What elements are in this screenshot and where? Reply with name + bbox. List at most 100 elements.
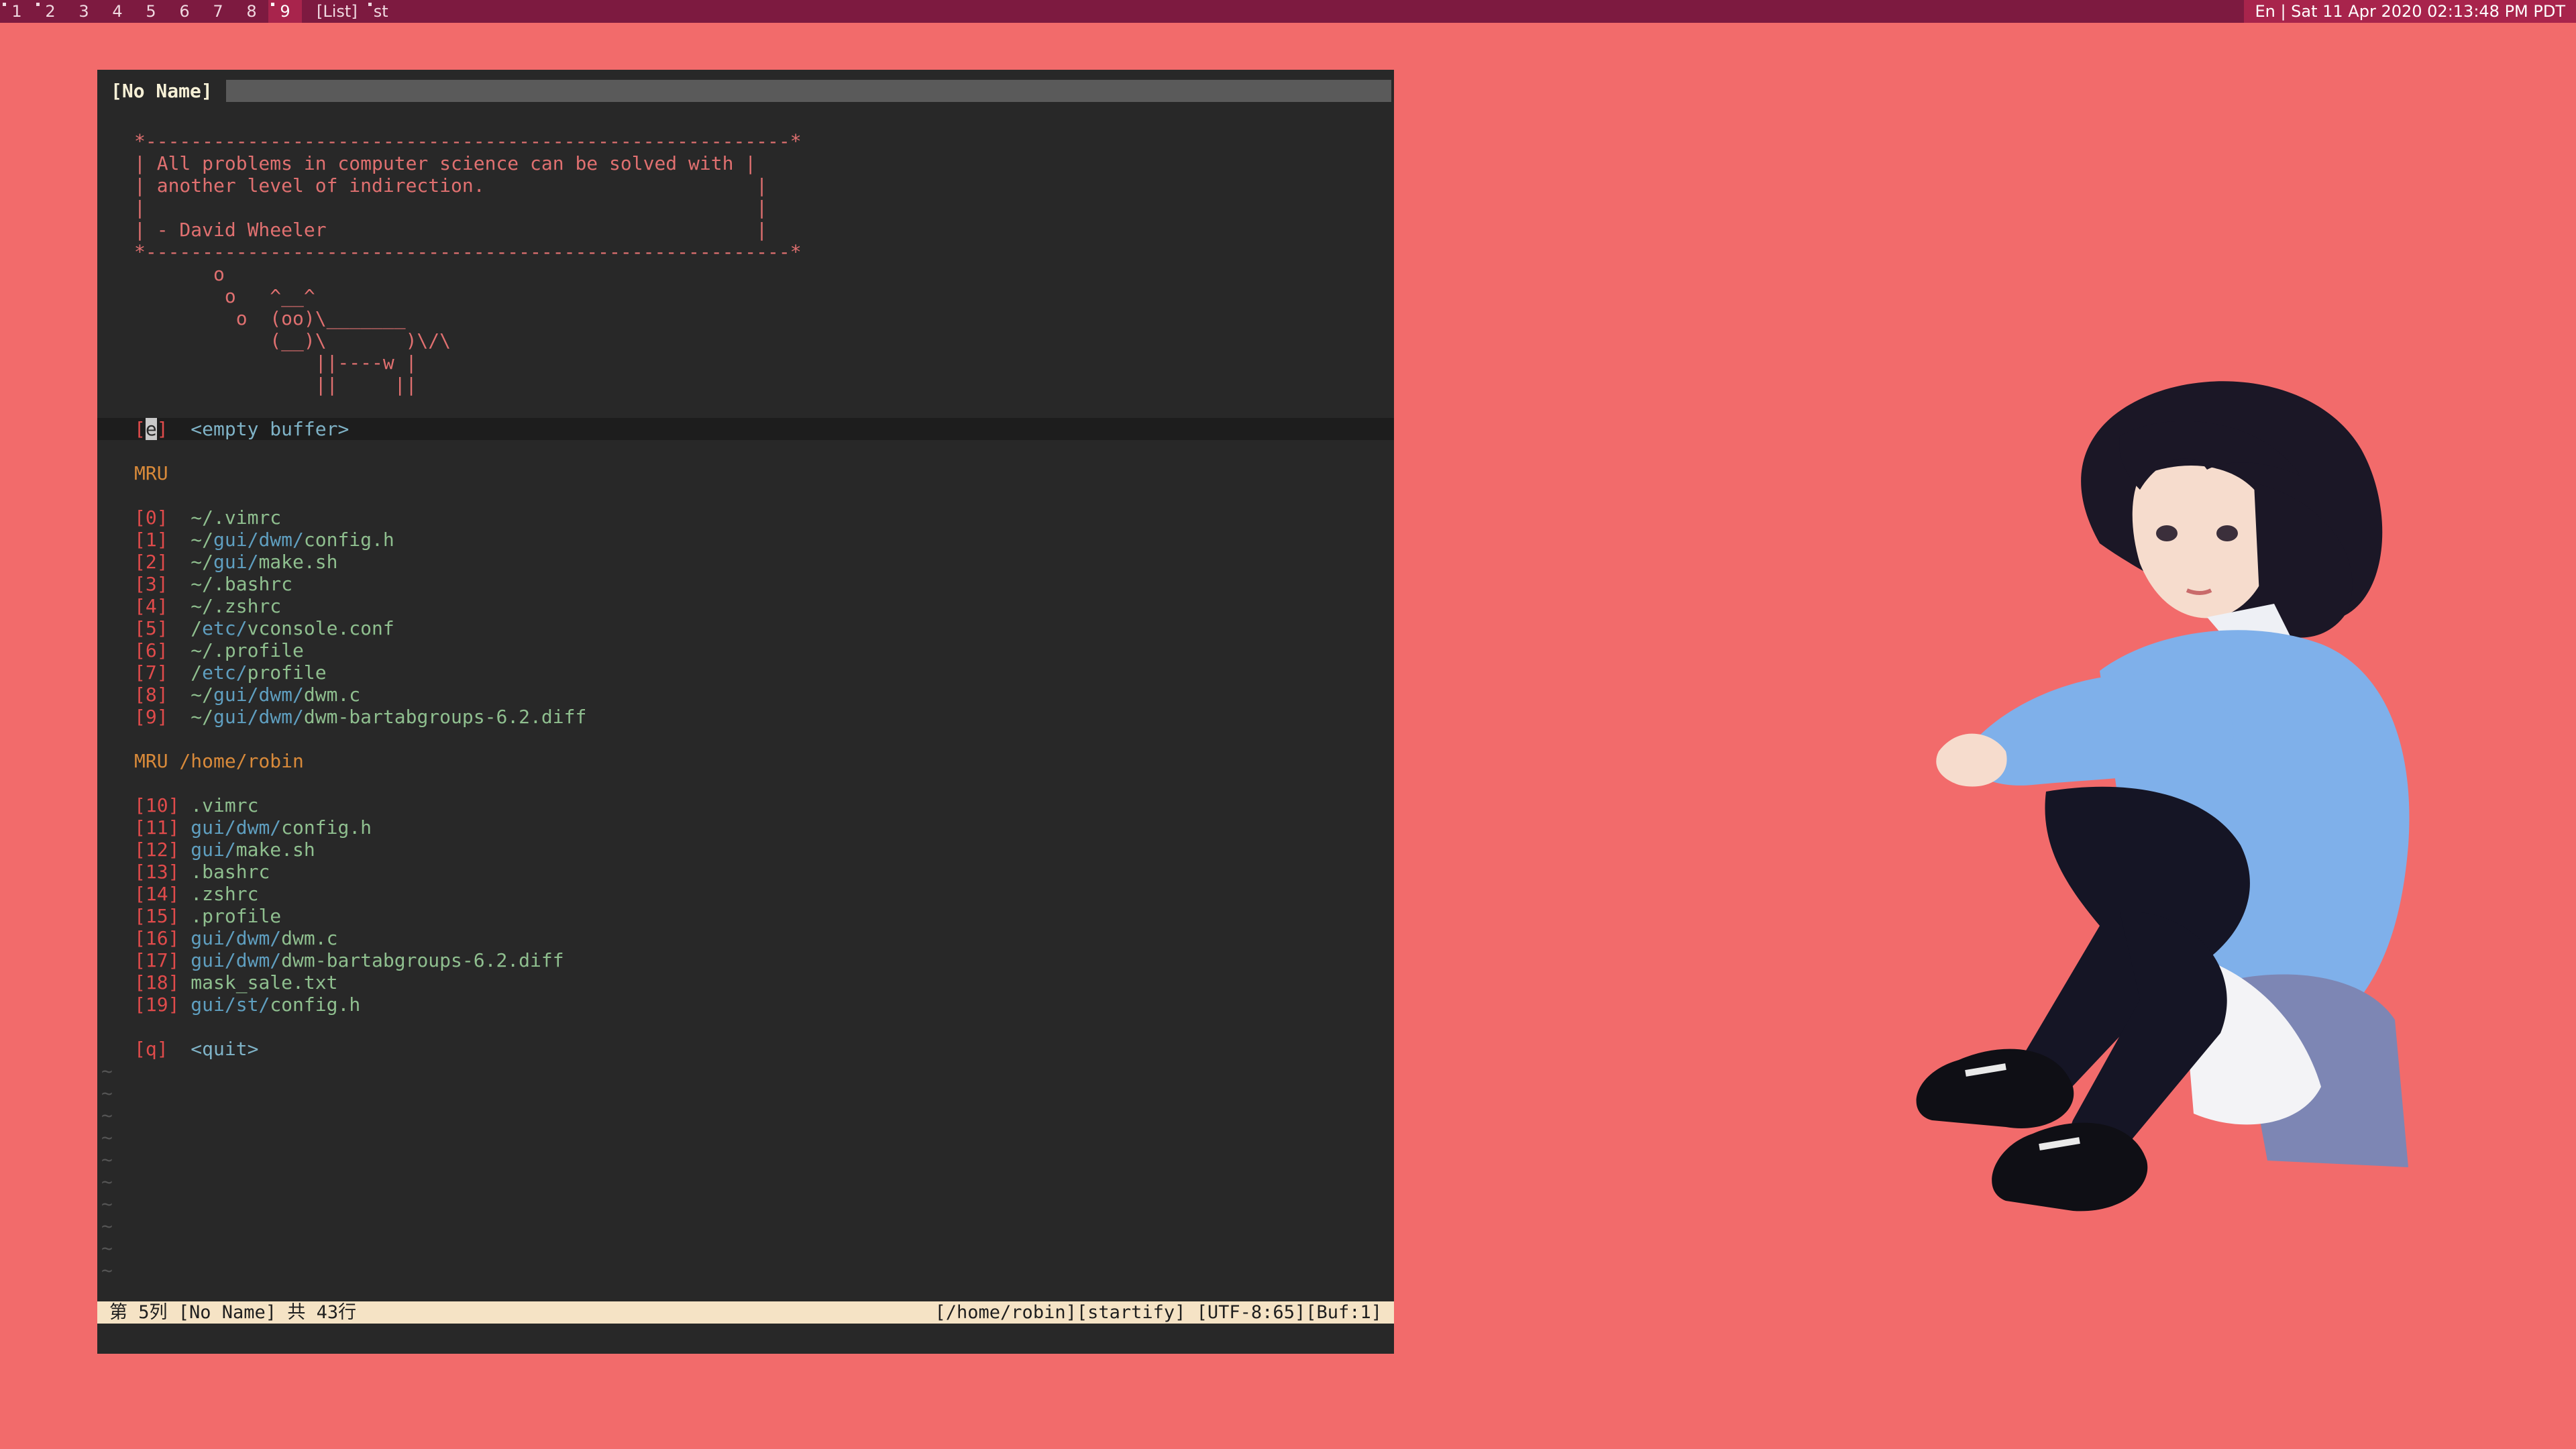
mru-entry-3[interactable]: [3] ~/.bashrc bbox=[97, 573, 1394, 595]
entry-key: 5 bbox=[145, 617, 157, 639]
tag-label: 9 bbox=[280, 2, 290, 21]
tag-1[interactable]: 1 bbox=[0, 0, 34, 23]
tab-no-name[interactable]: [No Name] bbox=[97, 80, 226, 102]
file-name: .profile bbox=[191, 905, 282, 927]
cow-line: || || bbox=[97, 374, 1394, 396]
entry-key: 16 bbox=[145, 927, 168, 949]
section-header: MRU /home/robin bbox=[97, 750, 1394, 772]
mru-entry-14[interactable]: [14] .zshrc bbox=[97, 883, 1394, 905]
tag-label: 4 bbox=[112, 2, 123, 21]
layout-indicator[interactable]: [List] bbox=[317, 2, 358, 21]
tag-label: 2 bbox=[45, 2, 56, 21]
bracket: ] bbox=[156, 506, 168, 529]
entry-key: 14 bbox=[145, 883, 168, 905]
entry-key: 17 bbox=[145, 949, 168, 971]
empty-line-marker: ~ bbox=[97, 1259, 1394, 1281]
empty-line-marker: ~ bbox=[97, 1215, 1394, 1237]
tag-9[interactable]: 9 bbox=[268, 0, 302, 23]
tag-5[interactable]: 5 bbox=[134, 0, 168, 23]
mru-entry-6[interactable]: [6] ~/.profile bbox=[97, 639, 1394, 661]
tag-8[interactable]: 8 bbox=[235, 0, 268, 23]
mru-entry-8[interactable]: [8] ~/gui/dwm/dwm.c bbox=[97, 684, 1394, 706]
mru-entry-19[interactable]: [19] gui/st/config.h bbox=[97, 994, 1394, 1016]
statusline-left: 第 5列 [No Name] 共 43行 bbox=[109, 1302, 357, 1323]
empty-line-marker: ~ bbox=[97, 1126, 1394, 1148]
file-name: dwm-bartabgroups-6.2.diff bbox=[281, 949, 564, 971]
bracket: [ bbox=[134, 595, 146, 617]
mru-entry-7[interactable]: [7] /etc/profile bbox=[97, 661, 1394, 684]
quit-label: <quit> bbox=[191, 1038, 259, 1060]
tag-7[interactable]: 7 bbox=[201, 0, 235, 23]
file-name: dwm-bartabgroups-6.2.diff bbox=[303, 706, 587, 728]
mru-entry-17[interactable]: [17] gui/dwm/dwm-bartabgroups-6.2.diff bbox=[97, 949, 1394, 971]
path-prefix: ~/ bbox=[191, 639, 214, 661]
tag-4[interactable]: 4 bbox=[101, 0, 134, 23]
bracket: ] bbox=[168, 816, 180, 839]
vim-tabline: [No Name] bbox=[97, 80, 1394, 102]
window-title[interactable]: st bbox=[367, 0, 395, 23]
tilde-char: ~ bbox=[101, 1237, 113, 1259]
mru-entry-0[interactable]: [0] ~/.vimrc bbox=[97, 506, 1394, 529]
mru-entry-11[interactable]: [11] gui/dwm/config.h bbox=[97, 816, 1394, 839]
startify-buffer[interactable]: *---------------------------------------… bbox=[97, 130, 1394, 1281]
mru-entry-2[interactable]: [2] ~/gui/make.sh bbox=[97, 551, 1394, 573]
bracket: [ bbox=[134, 994, 146, 1016]
bracket: [ bbox=[134, 617, 146, 639]
bracket: [ bbox=[134, 949, 146, 971]
entry-key: 18 bbox=[145, 971, 168, 994]
mru-entry-5[interactable]: [5] /etc/vconsole.conf bbox=[97, 617, 1394, 639]
entry-key: 2 bbox=[145, 551, 157, 573]
vim-statusline: 第 5列 [No Name] 共 43行 [/home/robin][start… bbox=[97, 1301, 1394, 1324]
entry-key: 6 bbox=[145, 639, 157, 661]
tag-6[interactable]: 6 bbox=[168, 0, 201, 23]
empty-buffer-label: <empty buffer> bbox=[191, 418, 350, 440]
tag-2[interactable]: 2 bbox=[34, 0, 67, 23]
bracket: ] bbox=[168, 927, 180, 949]
mru-entry-15[interactable]: [15] .profile bbox=[97, 905, 1394, 927]
occupied-indicator bbox=[3, 3, 6, 6]
file-name: make.sh bbox=[235, 839, 315, 861]
mru-entry-1[interactable]: [1] ~/gui/dwm/config.h bbox=[97, 529, 1394, 551]
tilde-char: ~ bbox=[101, 1082, 113, 1104]
mru-entry-4[interactable]: [4] ~/.zshrc bbox=[97, 595, 1394, 617]
quote-text: *---------------------------------------… bbox=[134, 130, 802, 152]
mru-entry-12[interactable]: [12] gui/make.sh bbox=[97, 839, 1394, 861]
bracket: [ bbox=[134, 927, 146, 949]
cow-line: o bbox=[97, 263, 1394, 285]
mru-entry-16[interactable]: [16] gui/dwm/dwm.c bbox=[97, 927, 1394, 949]
tag-label: 5 bbox=[146, 2, 156, 21]
file-name: .bashrc bbox=[191, 861, 270, 883]
occupied-indicator bbox=[36, 3, 40, 6]
mru-entry-9[interactable]: [9] ~/gui/dwm/dwm-bartabgroups-6.2.diff bbox=[97, 706, 1394, 728]
quit-entry[interactable]: [q] <quit> bbox=[97, 1038, 1394, 1060]
mru-entry-10[interactable]: [10] .vimrc bbox=[97, 794, 1394, 816]
terminal-window[interactable]: [No Name] *-----------------------------… bbox=[97, 70, 1394, 1354]
mru-entry-13[interactable]: [13] .bashrc bbox=[97, 861, 1394, 883]
empty-buffer-entry[interactable]: [e] <empty buffer> bbox=[97, 418, 1394, 440]
path-prefix: ~/ bbox=[191, 529, 214, 551]
bracket: ] bbox=[168, 839, 180, 861]
tag-label: 7 bbox=[213, 2, 223, 21]
file-name: .vimrc bbox=[191, 794, 259, 816]
cow-text: (__)\ )\/\ bbox=[134, 329, 451, 352]
mru-entry-18[interactable]: [18] mask_sale.txt bbox=[97, 971, 1394, 994]
entry-key: q bbox=[145, 1038, 157, 1060]
file-name: config.h bbox=[281, 816, 372, 839]
entry-key: 15 bbox=[145, 905, 168, 927]
tilde-char: ~ bbox=[101, 1148, 113, 1171]
path-dir: gui/st/ bbox=[191, 994, 270, 1016]
file-name: dwm.c bbox=[303, 684, 361, 706]
workspace-tags: 1 2 3 4 5 6 7 8 9 bbox=[0, 0, 302, 23]
path-dir: gui/ bbox=[213, 551, 259, 573]
bracket: [ bbox=[134, 971, 146, 994]
file-name: .zshrc bbox=[191, 883, 259, 905]
tag-3[interactable]: 3 bbox=[67, 0, 101, 23]
file-name: vconsole.conf bbox=[247, 617, 394, 639]
tag-label: 6 bbox=[179, 2, 190, 21]
